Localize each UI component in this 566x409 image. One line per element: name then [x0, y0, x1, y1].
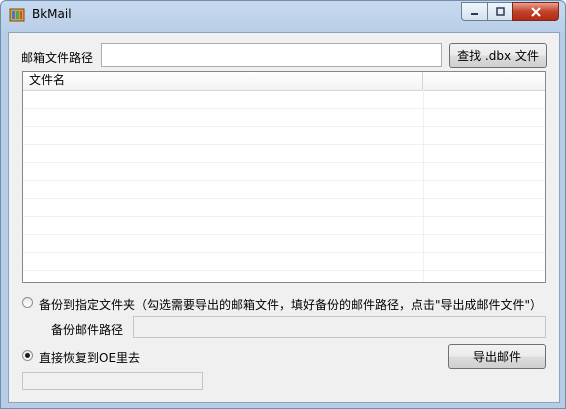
- row-gridline: [23, 270, 545, 271]
- close-button[interactable]: [512, 2, 559, 21]
- radio-selected-dot: [25, 353, 30, 358]
- file-list-header: 文件名: [23, 72, 545, 91]
- backup-path-input[interactable]: [133, 316, 546, 338]
- column-header-filename[interactable]: 文件名: [23, 72, 423, 90]
- column-header-extra[interactable]: [423, 72, 545, 90]
- client-area: 邮箱文件路径 查找 .dbx 文件 文件名 备份到指定文件夹（勾选需要导出的邮箱…: [8, 32, 560, 403]
- title-bar[interactable]: BkMail: [1, 1, 565, 29]
- main-window: BkMail 邮箱文件路径 查找 .dbx 文件 文件名 备份到指定文件夹（勾选…: [0, 0, 566, 409]
- row-gridline: [23, 180, 545, 181]
- maximize-icon: [495, 7, 505, 16]
- row-gridline: [23, 216, 545, 217]
- restore-option-radio[interactable]: [22, 350, 33, 361]
- restore-option-label[interactable]: 直接恢复到OE里去: [39, 349, 140, 366]
- backup-option-label[interactable]: 备份到指定文件夹（勾选需要导出的邮箱文件，填好备份的邮件路径，点击"导出成邮件文…: [39, 296, 542, 313]
- row-gridline: [23, 144, 545, 145]
- row-gridline: [23, 234, 545, 235]
- mailbox-path-input[interactable]: [101, 43, 442, 67]
- row-gridline: [23, 108, 545, 109]
- minimize-button[interactable]: [461, 2, 487, 21]
- close-icon: [530, 6, 541, 17]
- mailbox-path-label: 邮箱文件路径: [21, 51, 94, 65]
- progress-bar: [22, 372, 203, 390]
- backup-path-label: 备份邮件路径: [51, 323, 124, 337]
- window-title: BkMail: [32, 7, 72, 21]
- maximize-button[interactable]: [487, 2, 512, 21]
- find-dbx-button[interactable]: 查找 .dbx 文件: [449, 43, 547, 68]
- minimize-icon: [471, 13, 478, 15]
- row-gridline: [23, 126, 545, 127]
- export-mail-button[interactable]: 导出邮件: [448, 344, 546, 369]
- row-gridline: [23, 252, 545, 253]
- window-controls: [461, 2, 559, 21]
- row-gridline: [23, 162, 545, 163]
- backup-option-radio[interactable]: [22, 297, 33, 308]
- app-icon: [9, 8, 25, 22]
- row-gridline: [23, 198, 545, 199]
- column-divider: [423, 90, 424, 282]
- file-list[interactable]: 文件名: [22, 71, 546, 283]
